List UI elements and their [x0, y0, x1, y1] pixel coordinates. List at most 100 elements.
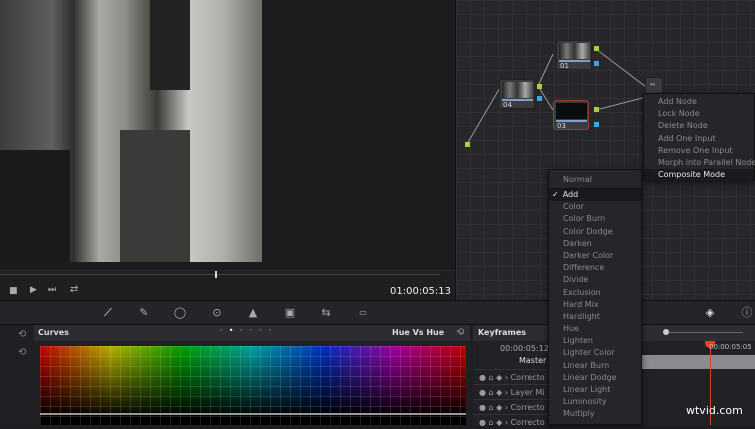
- composite-option-add[interactable]: ✓ Add: [549, 189, 641, 202]
- composite-option-luminosity[interactable]: Luminosity: [549, 396, 641, 408]
- key-icon[interactable]: ▣: [280, 305, 300, 321]
- node-03[interactable]: 03: [553, 100, 589, 130]
- node-label: 04: [503, 101, 512, 109]
- track-label: Layer Mi: [510, 388, 545, 397]
- keyframes-title: Keyframes: [478, 328, 527, 337]
- curve-mode-dropdown[interactable]: Hue Vs Hue: [392, 328, 444, 337]
- option-label: Linear Light: [563, 385, 611, 394]
- composite-option-color-burn[interactable]: Color Burn: [549, 213, 641, 225]
- master-keyframe-bar[interactable]: [641, 355, 755, 369]
- zoom-slider-handle[interactable]: [663, 329, 669, 335]
- track-label: Correcto: [510, 373, 545, 382]
- track-row[interactable]: ● ⌂ ◆ › Correcto: [473, 369, 553, 384]
- window-icon[interactable]: ◯: [170, 305, 190, 321]
- keyframe-diamond-icon[interactable]: ◈: [700, 305, 720, 321]
- scrubber-handle[interactable]: [215, 271, 217, 278]
- node-label: 03: [557, 122, 566, 130]
- composite-option-linear-light[interactable]: Linear Light: [549, 384, 641, 396]
- info-icon[interactable]: ⓘ: [737, 305, 755, 321]
- transport-bar: ■ ▶ ⏭ ⇄ 01:00:05:13: [0, 270, 455, 300]
- node-04[interactable]: 04: [499, 79, 535, 109]
- menu-item-composite-mode[interactable]: Composite Mode: [644, 169, 754, 182]
- composite-option-hard-mix[interactable]: Hard Mix: [549, 299, 641, 311]
- track-row[interactable]: ● ⌂ ◆ › Layer Mi: [473, 384, 553, 399]
- playhead-time: 00:00:05:05: [709, 343, 752, 351]
- blur-icon[interactable]: ▲: [243, 305, 263, 321]
- track-row[interactable]: ● ⌂ ◆ › Correcto: [473, 399, 553, 414]
- composite-option-color[interactable]: Color: [549, 201, 641, 213]
- composite-option-exclusion[interactable]: Exclusion: [549, 287, 641, 299]
- master-track: Master: [519, 356, 547, 365]
- composite-option-linear-burn[interactable]: Linear Burn: [549, 360, 641, 372]
- reset-icon[interactable]: ⟲: [18, 329, 26, 340]
- composite-option-linear-dodge[interactable]: Linear Dodge: [549, 372, 641, 384]
- scrubber-track[interactable]: [0, 274, 440, 275]
- zoom-slider[interactable]: [663, 332, 743, 333]
- node-label: 01: [560, 62, 569, 70]
- play-icon[interactable]: ▶: [30, 285, 37, 295]
- menu-item-lock-node[interactable]: Lock Node: [644, 108, 754, 120]
- composite-option-divide[interactable]: Divide: [549, 274, 641, 286]
- reset-curve-icon[interactable]: ⟲: [18, 347, 26, 358]
- composite-option-multiply[interactable]: Multiply: [549, 408, 641, 420]
- menu-item-add-node[interactable]: Add Node: [644, 96, 754, 108]
- track-label: Correcto: [510, 418, 545, 427]
- option-label: Lighten: [563, 336, 593, 346]
- 3d-icon[interactable]: ▭: [353, 305, 373, 321]
- hue-curve-graph[interactable]: [40, 346, 466, 425]
- composite-option-color-dodge[interactable]: Color Dodge: [549, 226, 641, 238]
- loop-icon[interactable]: ⇄: [70, 284, 78, 295]
- menu-item-morph-parallel[interactable]: Morph into Parallel Node: [644, 157, 755, 169]
- node-context-menu: Add Node Lock Node Delete Node Add One I…: [643, 93, 755, 182]
- option-label: Luminosity: [563, 397, 607, 407]
- option-label: Color: [563, 202, 584, 212]
- composite-option-lighten[interactable]: Lighten: [549, 335, 641, 347]
- menu-item-remove-one-input[interactable]: Remove One Input: [644, 145, 754, 157]
- curve-line[interactable]: [40, 413, 466, 415]
- option-label: Normal: [563, 175, 592, 184]
- option-label: Color Dodge: [563, 226, 613, 236]
- checkmark-icon: ✓: [552, 190, 559, 199]
- stop-icon[interactable]: ■: [9, 286, 18, 296]
- sizing-icon[interactable]: ⇆: [316, 305, 336, 321]
- track-row[interactable]: ● ⌂ ◆ › Correcto: [473, 414, 553, 429]
- option-label: Exclusion: [563, 287, 601, 297]
- track-label: Correcto: [510, 403, 545, 412]
- node-01[interactable]: 01: [556, 40, 592, 70]
- composite-option-normal[interactable]: Normal: [549, 173, 641, 189]
- reset-icon[interactable]: ⟲: [456, 327, 464, 338]
- tracker-icon[interactable]: ⊙: [207, 305, 227, 321]
- viewer: [0, 0, 455, 270]
- curves-title: Curves: [38, 328, 69, 337]
- mixer-icon: ✂: [650, 81, 656, 89]
- keyframes-timecode: 00:00:05:12: [500, 344, 549, 353]
- menu-item-add-one-input[interactable]: Add One Input: [644, 133, 754, 145]
- option-label: Hardlight: [563, 311, 600, 321]
- composite-mode-menu: Normal ✓ Add Color Color Burn Color Dodge Dark…: [548, 169, 642, 425]
- composite-option-hardlight[interactable]: Hardlight: [549, 311, 641, 323]
- next-icon[interactable]: ⏭: [48, 285, 56, 295]
- qualifier-icon[interactable]: ✎: [134, 305, 154, 321]
- source-pin[interactable]: [465, 142, 470, 147]
- composite-option-hue[interactable]: Hue: [549, 323, 641, 335]
- option-label: Linear Burn: [563, 360, 610, 370]
- option-label: Hard Mix: [563, 299, 599, 309]
- option-label: Lighter Color: [563, 348, 615, 358]
- option-label: Darker Color: [563, 250, 614, 260]
- option-label: Color Burn: [563, 214, 606, 224]
- menu-item-delete-node[interactable]: Delete Node: [644, 120, 754, 132]
- option-label: Darken: [563, 238, 592, 248]
- composite-option-darker-color[interactable]: Darker Color: [549, 250, 641, 262]
- curves-tool-icon[interactable]: ⟋: [98, 305, 118, 321]
- composite-option-difference[interactable]: Difference: [549, 262, 641, 274]
- option-label: Multiply: [563, 409, 595, 419]
- watermark: wtvid.com: [686, 404, 743, 417]
- curves-header: Curves •••••• Hue Vs Hue ⌄: [34, 325, 470, 341]
- page-dots[interactable]: ••••••: [219, 326, 277, 335]
- option-label: Linear Dodge: [563, 372, 617, 382]
- composite-option-darken[interactable]: Darken: [549, 238, 641, 250]
- composite-option-lighter-color[interactable]: Lighter Color: [549, 347, 641, 359]
- option-label: Add: [562, 190, 579, 199]
- timecode: 01:00:05:13: [390, 286, 452, 297]
- option-label: Difference: [563, 263, 605, 273]
